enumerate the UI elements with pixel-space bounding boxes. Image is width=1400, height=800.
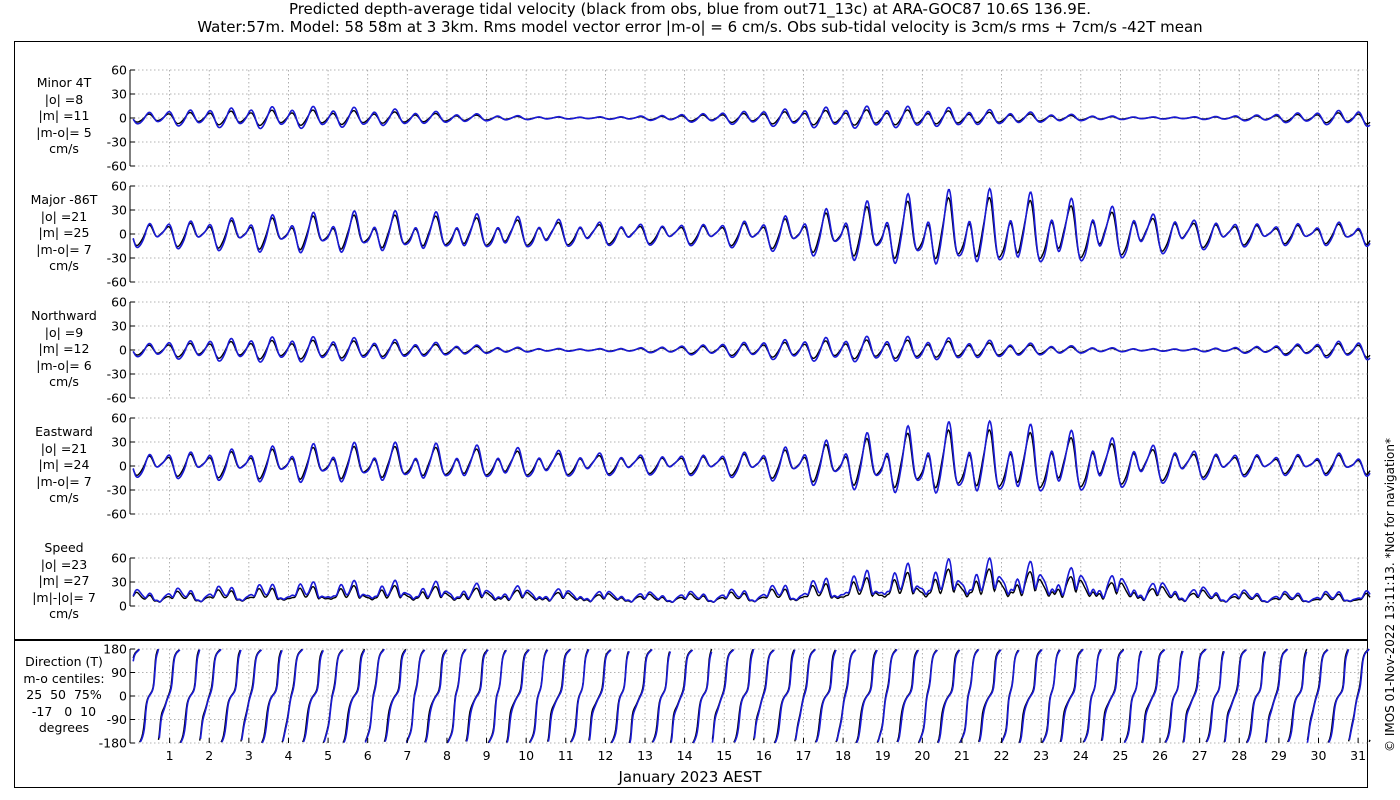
y-tick-label: 0 [119,227,127,242]
y-tick-label: -30 [107,483,127,498]
x-tick-label: 27 [1192,748,1208,763]
x-tick-label: 3 [245,748,253,763]
x-tick-label: 18 [835,748,851,763]
x-tick-label: 24 [1073,748,1089,763]
y-tick-label: -60 [107,507,127,522]
y-tick-label: -30 [107,367,127,382]
x-tick-label: 31 [1350,748,1366,763]
y-tick-label: 180 [103,642,127,657]
y-tick-label: -180 [99,736,127,751]
model-series-line [132,187,1371,266]
x-tick-label: 8 [443,748,451,763]
y-tick-label: 60 [111,551,127,566]
copyright-notice: © IMOS 01-Nov-2022 13:11:13. *Not for na… [1383,438,1397,752]
x-tick-label: 13 [637,748,653,763]
y-tick-label: -90 [107,712,127,727]
y-tick-label: 30 [111,319,127,334]
y-tick-label: 0 [119,459,127,474]
y-tick-label: 30 [111,435,127,450]
model-series-line [132,419,1371,495]
y-tick-label: -30 [107,135,127,150]
x-tick-label: 9 [483,748,491,763]
x-tick-label: 30 [1311,748,1327,763]
y-tick-label: 60 [111,179,127,194]
x-axis-label: January 2023 AEST [618,768,762,786]
x-tick-label: 26 [1152,748,1168,763]
y-tick-label: 0 [119,111,127,126]
chart-canvas: -60-3003060-60-3003060-60-3003060-60-300… [99,63,1371,763]
x-tick-label: 23 [1033,748,1049,763]
x-tick-label: 10 [518,748,534,763]
y-tick-label: 30 [111,87,127,102]
x-tick-label: 2 [205,748,213,763]
model-series-line [132,105,1371,130]
x-tick-label: 19 [875,748,891,763]
y-tick-label: 60 [111,295,127,310]
y-tick-label: -30 [107,251,127,266]
y-tick-label: 0 [119,343,127,358]
x-tick-label: 7 [403,748,411,763]
y-tick-label: -60 [107,391,127,406]
x-tick-label: 15 [716,748,732,763]
y-tick-label: 0 [119,599,127,614]
tidal-velocity-figure: Predicted depth-average tidal velocity (… [0,0,1400,800]
y-tick-label: 30 [111,575,127,590]
y-tick-label: -60 [107,159,127,174]
x-tick-label: 11 [558,748,574,763]
model-speed-line [132,556,1371,603]
x-tick-label: 14 [677,748,693,763]
x-tick-label: 21 [954,748,970,763]
x-tick-label: 25 [1112,748,1128,763]
x-tick-label: 17 [796,748,812,763]
x-tick-label: 16 [756,748,772,763]
x-tick-label: 12 [597,748,613,763]
x-tick-label: 5 [324,748,332,763]
x-tick-label: 22 [994,748,1010,763]
y-tick-label: 60 [111,411,127,426]
y-tick-label: -60 [107,275,127,290]
y-tick-label: 60 [111,63,127,78]
x-tick-label: 29 [1271,748,1287,763]
x-tick-label: 4 [284,748,292,763]
y-tick-label: 90 [111,665,127,680]
y-tick-label: 0 [119,689,127,704]
y-tick-label: 30 [111,203,127,218]
x-tick-label: 20 [914,748,930,763]
x-tick-label: 1 [166,748,174,763]
model-series-line [132,335,1371,363]
x-tick-label: 28 [1231,748,1247,763]
x-tick-label: 6 [364,748,372,763]
